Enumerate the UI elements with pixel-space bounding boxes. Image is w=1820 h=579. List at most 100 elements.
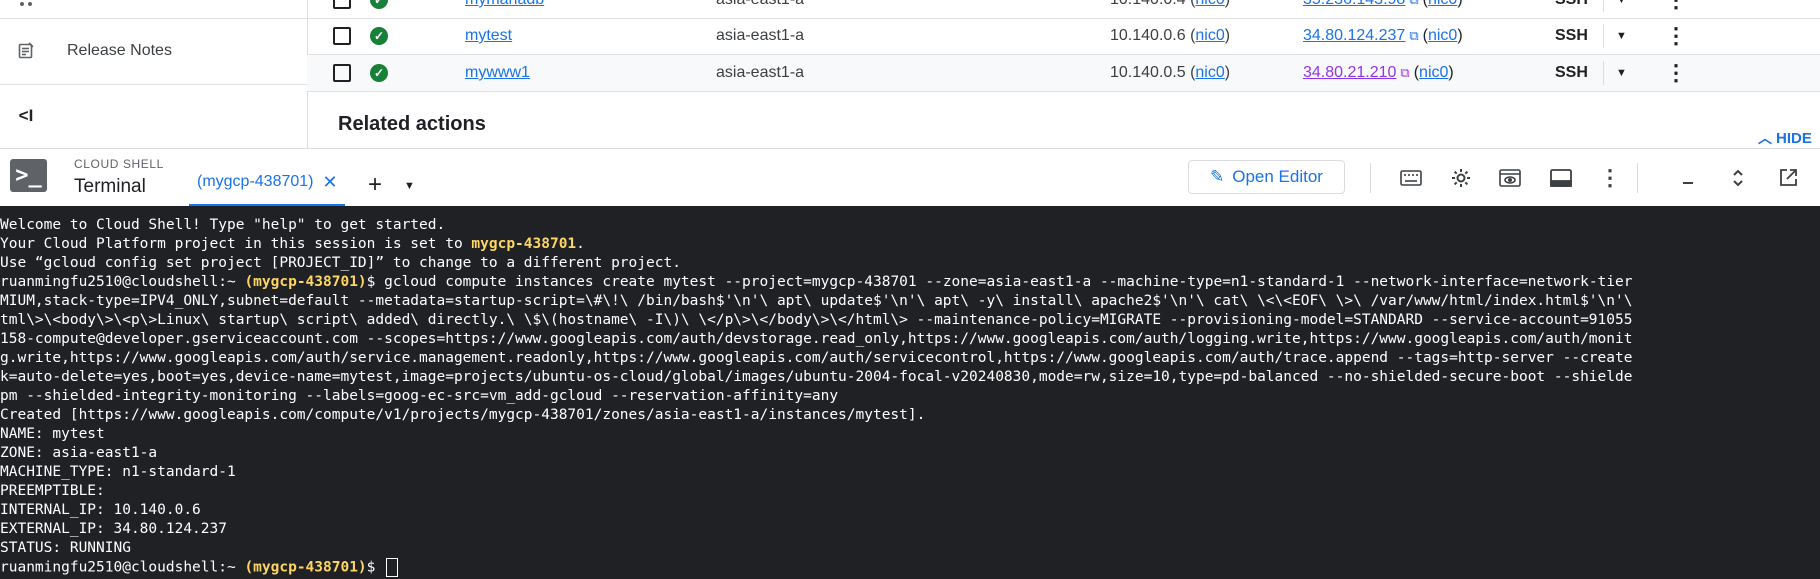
minimize-icon[interactable] xyxy=(1675,165,1701,191)
terminal-line: EXTERNAL_IP: 34.80.124.237 xyxy=(0,521,227,537)
add-tab-button[interactable]: + xyxy=(368,171,382,199)
terminal-output[interactable]: Welcome to Cloud Shell! Type "help" to g… xyxy=(0,206,1820,579)
nic-link[interactable]: nic0 xyxy=(1428,27,1457,45)
terminal-line: NAME: mytest xyxy=(0,426,105,442)
check-circle-icon: ✓ xyxy=(370,0,388,9)
terminal-text: Your Cloud Platform project in this sess… xyxy=(0,236,472,252)
ssh-button[interactable]: SSH xyxy=(1555,0,1588,18)
web-preview-icon[interactable] xyxy=(1497,165,1523,191)
prompt-project: (mygcp-438701) xyxy=(244,274,367,290)
nic-link[interactable]: nic0 xyxy=(1419,64,1448,82)
hide-label: HIDE xyxy=(1776,130,1812,147)
release-notes-icon xyxy=(12,42,40,60)
sidebar-item-label: Release Notes xyxy=(67,42,172,59)
internal-ip: 10.140.0.6 (nic0) xyxy=(1110,27,1231,45)
settings-icon[interactable] xyxy=(1448,165,1474,191)
more-vert-icon[interactable]: ⋮ xyxy=(1665,0,1687,18)
internal-ip: 10.140.0.5 (nic0) xyxy=(1110,64,1231,82)
check-circle-icon: ✓ xyxy=(370,64,388,82)
more-vert-icon[interactable]: ⋮ xyxy=(1665,55,1687,91)
terminal-line: MACHINE_TYPE: n1-standard-1 xyxy=(0,464,236,480)
open-external-icon: ⧉ xyxy=(1409,28,1419,43)
collapse-icon: <I xyxy=(18,106,34,125)
terminal-line: MIUM,stack-type=IPV4_ONLY,subnet=default… xyxy=(0,293,1633,309)
nic-link[interactable]: nic0 xyxy=(1195,27,1224,45)
nic-link[interactable]: nic0 xyxy=(1195,64,1224,82)
external-ip-link[interactable]: 34.80.124.237 xyxy=(1303,27,1405,45)
nic-link[interactable]: nic0 xyxy=(1428,0,1457,9)
console-area: Release Notes <I ✓ mymariadb asia-east1-… xyxy=(0,0,1820,148)
ssh-button[interactable]: SSH xyxy=(1555,18,1588,54)
hide-button[interactable]: ︿ HIDE xyxy=(1758,128,1812,148)
external-ip-link[interactable]: 35.236.143.98 xyxy=(1303,0,1405,9)
prompt-symbol: $ xyxy=(366,559,385,576)
open-external-icon: ⧉ xyxy=(1409,0,1418,8)
row-checkbox[interactable] xyxy=(333,0,351,9)
nic-link[interactable]: nic0 xyxy=(1195,0,1224,9)
sidebar-item-icon xyxy=(12,0,40,8)
internal-ip-value: 10.140.0.4 xyxy=(1110,0,1186,9)
instance-name-link[interactable]: mymariadb xyxy=(465,0,544,18)
terminal-line: INTERNAL_IP: 10.140.0.6 xyxy=(0,502,201,518)
terminal-line: g.write,https://www.googleapis.com/auth/… xyxy=(0,350,1633,366)
terminal-line: ruanmingfu2510@cloudshell:~ (mygcp-43870… xyxy=(0,273,1632,292)
terminal-line: pm --shielded-integrity-monitoring --lab… xyxy=(0,388,839,404)
terminal-tab[interactable]: (mygcp-438701) ✕ xyxy=(189,173,345,207)
sidebar-item-release-notes[interactable]: Release Notes xyxy=(0,18,307,85)
terminal-line: PREEMPTIBLE: xyxy=(0,483,105,499)
row-checkbox[interactable] xyxy=(333,27,351,45)
check-circle-icon: ✓ xyxy=(370,27,388,45)
row-checkbox[interactable] xyxy=(333,64,351,82)
internal-ip-value: 10.140.0.6 xyxy=(1110,27,1186,44)
close-icon[interactable]: ✕ xyxy=(323,173,338,191)
prompt: ruanmingfu2510@cloudshell:~ xyxy=(0,559,245,576)
ssh-dropdown-icon[interactable]: ▼ xyxy=(1603,0,1627,12)
layout-icon[interactable] xyxy=(1548,165,1574,191)
terminal-line: tml\>\<body\>\<p\>Linux\ startup\ script… xyxy=(0,312,1633,328)
terminal-line: ruanmingfu2510@cloudshell:~ (mygcp-43870… xyxy=(0,558,399,577)
terminal-line: STATUS: RUNNING xyxy=(0,540,131,556)
terminal-line: k=auto-delete=yes,boot=yes,device-name=m… xyxy=(0,369,1633,385)
collapse-sidebar-button[interactable]: <I xyxy=(0,96,307,136)
ssh-dropdown-icon[interactable]: ▼ xyxy=(1603,24,1627,48)
prompt-project: (mygcp-438701) xyxy=(244,559,367,576)
pencil-icon: ✎ xyxy=(1210,167,1225,186)
ssh-dropdown-icon[interactable]: ▼ xyxy=(1603,61,1627,85)
table-row: ✓ mymariadb asia-east1-a 10.140.0.4 (nic… xyxy=(307,0,1820,19)
terminal-line: Your Cloud Platform project in this sess… xyxy=(0,235,585,254)
sidebar-item-partial[interactable] xyxy=(0,0,307,19)
open-in-new-window-icon[interactable] xyxy=(1775,165,1801,191)
open-external-icon: ⧉ xyxy=(1400,65,1410,80)
terminal-text: . xyxy=(576,236,585,252)
command-text: $ gcloud compute instances create mytest… xyxy=(366,274,1633,290)
keyboard-icon[interactable] xyxy=(1398,165,1424,191)
tab-menu-dropdown-icon[interactable]: ▼ xyxy=(404,180,415,192)
terminal-line: ZONE: asia-east1-a xyxy=(0,445,158,461)
terminal-line: Use “gcloud config set project [PROJECT_… xyxy=(0,255,681,271)
terminal-cursor xyxy=(386,558,399,577)
external-ip: 34.80.21.210 ⧉(nic0) xyxy=(1303,64,1454,82)
more-vert-icon[interactable]: ⋮ xyxy=(1665,18,1687,54)
external-ip-link[interactable]: 34.80.21.210 xyxy=(1303,64,1396,82)
terminal-line: Welcome to Cloud Shell! Type "help" to g… xyxy=(0,217,446,233)
project-id: mygcp-438701 xyxy=(471,236,577,252)
terminal-line: Created [https://www.googleapis.com/comp… xyxy=(0,407,926,423)
table-row: ✓ mywww1 asia-east1-a 10.140.0.5 (nic0) … xyxy=(307,55,1820,92)
external-ip: 35.236.143.98⧉(nic0) xyxy=(1303,0,1463,18)
instance-name-link[interactable]: mytest xyxy=(465,18,512,54)
toolbar-divider xyxy=(1637,163,1638,193)
more-vert-icon[interactable]: ⋮ xyxy=(1597,165,1623,191)
sidebar: Release Notes <I xyxy=(0,0,308,148)
table-row: ✓ mytest asia-east1-a 10.140.0.6 (nic0) … xyxy=(307,18,1820,55)
ssh-button[interactable]: SSH xyxy=(1555,55,1588,91)
open-editor-button[interactable]: ✎ Open Editor xyxy=(1188,160,1345,194)
cloud-shell-header: >_ CLOUD SHELL Terminal (mygcp-438701) ✕… xyxy=(0,148,1820,207)
terminal-icon: >_ xyxy=(10,159,47,192)
terminal-title: Terminal xyxy=(74,176,146,197)
restore-icon[interactable] xyxy=(1725,165,1751,191)
instance-zone: asia-east1-a xyxy=(716,27,805,44)
instance-name-link[interactable]: mywww1 xyxy=(465,55,530,91)
open-editor-label: Open Editor xyxy=(1232,167,1323,186)
instance-zone: asia-east1-a xyxy=(716,0,804,18)
chevron-up-icon: ︿ xyxy=(1758,130,1772,146)
